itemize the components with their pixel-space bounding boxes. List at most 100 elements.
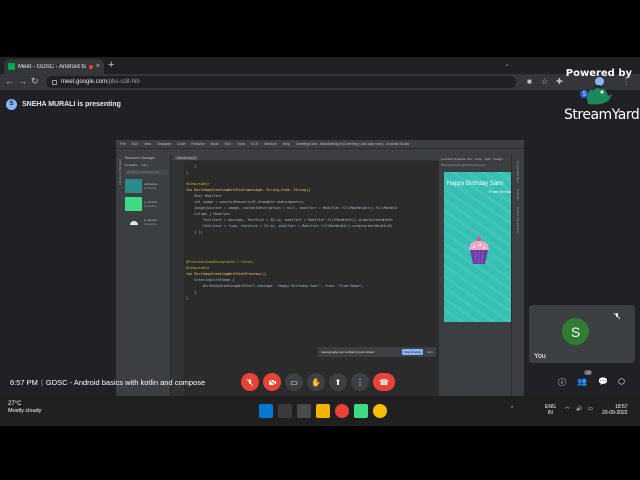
tab-search-icon[interactable]: ⌄ xyxy=(504,60,510,68)
view-split-button[interactable]: Split xyxy=(485,157,491,161)
weather-condition: Mostly cloudy xyxy=(8,408,42,414)
weather-temp: 27°C xyxy=(8,401,22,407)
view-design-button[interactable]: Design xyxy=(494,157,503,161)
mic-toggle-button[interactable] xyxy=(241,373,259,391)
captions-button[interactable]: ▭ xyxy=(285,373,303,391)
new-tab-button[interactable]: + xyxy=(108,59,114,71)
activities-icon[interactable]: ⬡ xyxy=(618,377,625,386)
code-line: } xyxy=(186,296,189,300)
chrome-canary-icon[interactable] xyxy=(373,404,387,418)
browser-tab-meet[interactable]: Meet - GDSC - Android basi × xyxy=(4,59,104,74)
live-edit-toggle[interactable]: Live Edit of literals: ON xyxy=(441,157,472,161)
browser-tabstrip: Meet - GDSC - Android basi × + ⌄ xyxy=(0,57,640,74)
presenter-avatar: S xyxy=(6,98,17,110)
device-file-explorer-tab[interactable]: Device File Explorer xyxy=(516,207,520,234)
forward-icon[interactable]: → xyxy=(18,76,27,87)
device-manager-tab[interactable]: Device Manager xyxy=(516,161,520,183)
wifi-icon[interactable]: ◠ xyxy=(565,406,569,412)
volume-icon[interactable]: 🔊 xyxy=(576,406,582,412)
stop-sharing-button[interactable]: Stop sharing xyxy=(401,349,423,355)
present-button[interactable]: ⬆ xyxy=(329,373,347,391)
meeting-info-icon[interactable]: ⓘ xyxy=(558,377,566,388)
resource-tab-drawable[interactable]: Drawable xyxy=(125,163,138,167)
windows-taskbar: 27°C Mostly cloudy ⌃ ENG IN ◠ 🔊 ▭ 18:57 20… xyxy=(0,396,640,426)
ide-left-toolstrip: Resource Manager xyxy=(116,155,123,400)
input-language[interactable]: ENG IN xyxy=(545,404,556,416)
weather-widget[interactable]: 27°C Mostly cloudy xyxy=(8,401,41,415)
hide-notice-button[interactable]: Hide xyxy=(427,350,433,354)
raise-hand-button[interactable]: ✋ xyxy=(307,373,325,391)
ide-menu-edit[interactable]: Edit xyxy=(132,142,138,146)
chat-icon[interactable]: 💬 xyxy=(598,377,608,386)
ide-menu-help[interactable]: Help xyxy=(283,142,290,146)
ide-menu-build[interactable]: Build xyxy=(211,142,219,146)
editor-tab-mainactivity[interactable]: MainActivity.kt xyxy=(175,155,198,160)
self-label: You xyxy=(534,353,546,360)
windows-start-icon[interactable] xyxy=(259,404,273,418)
streamyard-watermark: Powered by 5 StreamYard xyxy=(560,62,640,128)
streamyard-logo-icon: 5 xyxy=(580,84,612,105)
ide-toolbar xyxy=(116,148,524,155)
camera-toggle-button[interactable] xyxy=(263,373,281,391)
reload-icon[interactable]: ↻ xyxy=(31,76,39,87)
ide-menu-navigate[interactable]: Navigate xyxy=(157,142,171,146)
leave-call-button[interactable]: ☎ xyxy=(373,373,395,391)
ide-menu-run[interactable]: Run xyxy=(224,142,230,146)
tray-overflow-icon[interactable]: ⌃ xyxy=(510,406,514,412)
hang-up-icon: ☎ xyxy=(379,377,389,387)
self-video-tile[interactable]: S You xyxy=(529,305,635,363)
resource-item[interactable]: ic_launch... Drawable xyxy=(125,197,168,211)
tab-title: Meet - GDSC - Android basi xyxy=(18,63,86,70)
resource-item[interactable]: ic_launch... Drawable xyxy=(125,215,168,229)
code-editor[interactable]: MainActivity.kt }} @Composable fun Birthda… xyxy=(172,155,439,400)
more-icon: ⋮ xyxy=(356,377,364,387)
screen-share-notice: meet.google.com is sharing your screen. … xyxy=(318,347,436,357)
recording-dot-icon xyxy=(88,64,93,69)
resource-manager-title: Resource Manager xyxy=(123,155,170,162)
view-code-button[interactable]: Code xyxy=(475,157,482,161)
ide-menu-file[interactable]: File xyxy=(120,142,126,146)
camera-off-icon xyxy=(267,378,277,386)
tab-close-icon[interactable]: × xyxy=(96,63,100,70)
cupcake-icon xyxy=(469,237,489,264)
system-clock[interactable]: 18:57 20-09-2022 xyxy=(602,404,628,416)
android-studio-icon[interactable] xyxy=(354,404,368,418)
ide-menu-code[interactable]: Code xyxy=(177,142,185,146)
ide-menu-tools[interactable]: Tools xyxy=(237,142,245,146)
ide-right-toolstrip: Device Manager Emulator Device File Expl… xyxy=(511,155,524,400)
resource-tab-color[interactable]: Color xyxy=(141,163,148,167)
resource-manager-panel: Resource Manager Drawable Color Greeting… xyxy=(123,155,171,400)
task-view-icon[interactable] xyxy=(297,404,311,418)
mic-off-icon xyxy=(613,312,621,320)
camera-in-use-icon[interactable]: ■ xyxy=(527,77,532,86)
meet-favicon-icon xyxy=(8,63,15,70)
bottom-letterbox xyxy=(0,426,640,480)
people-icon[interactable]: 👥 xyxy=(577,377,587,386)
self-avatar: S xyxy=(562,318,589,345)
back-icon[interactable]: ← xyxy=(5,76,14,87)
ide-menu-vcs[interactable]: VCS xyxy=(251,142,258,146)
ide-menubar: File Edit View Navigate Code Refactor Bu… xyxy=(116,140,524,148)
resource-manager-tab[interactable]: Resource Manager xyxy=(118,159,122,185)
ide-menu-view[interactable]: View xyxy=(144,142,152,146)
file-explorer-icon[interactable] xyxy=(316,404,330,418)
lock-icon xyxy=(52,79,57,85)
code-lines: }} @Composable fun BirthdayGreetingWithTex… xyxy=(186,163,436,301)
resource-module-select[interactable]: Greeting_Card.app.main xyxy=(125,170,168,175)
chrome-icon[interactable] xyxy=(335,404,349,418)
present-icon: ⬆ xyxy=(334,377,342,387)
ide-menu-refactor[interactable]: Refactor xyxy=(191,142,204,146)
emulator-tab[interactable]: Emulator xyxy=(516,189,520,201)
resource-item[interactable]: androidpa... Drawable xyxy=(125,179,168,193)
battery-icon[interactable]: ▭ xyxy=(588,406,593,412)
ide-menu-window[interactable]: Window xyxy=(264,142,276,146)
search-icon[interactable] xyxy=(278,404,292,418)
address-bar[interactable]: meet.google.com/pbs-cdit-hib xyxy=(46,76,516,88)
meeting-details: 6:57 PM | GDSC - Android basics with kotli… xyxy=(10,378,206,387)
browser-toolbar: ← → ↻ meet.google.com/pbs-cdit-hib ■ ☆ ✚… xyxy=(0,74,640,90)
more-options-button[interactable]: ⋮ xyxy=(351,373,369,391)
star-icon[interactable]: ☆ xyxy=(541,77,548,86)
streamyard-brand: StreamYard xyxy=(564,107,640,123)
top-letterbox xyxy=(0,0,640,57)
share-notice-text: meet.google.com is sharing your screen. xyxy=(321,350,376,354)
